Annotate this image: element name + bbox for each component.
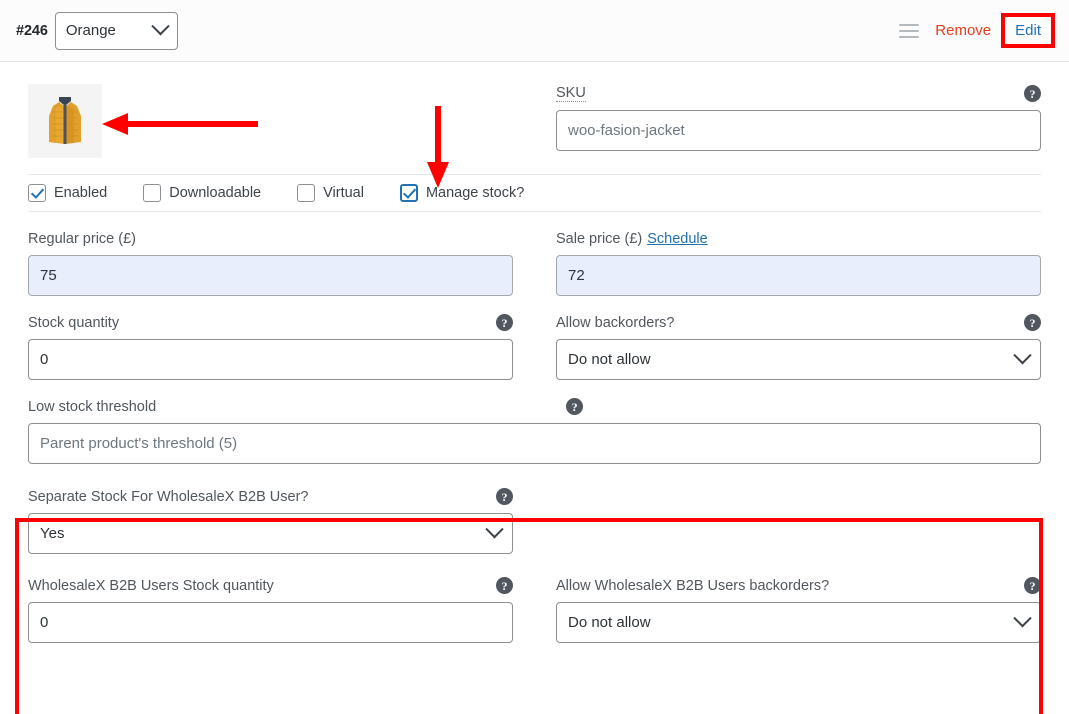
separate-stock-select[interactable]: Yes — [28, 513, 513, 554]
checkbox-manage-stock[interactable]: Manage stock? — [399, 184, 525, 202]
help-icon[interactable]: ? — [1024, 85, 1041, 102]
stock-row: Stock quantity ? Allow backorders? ? Do … — [14, 313, 1055, 380]
sale-price-label-row: Sale price (£) Schedule — [556, 229, 1041, 248]
sku-label-row: SKU ? — [556, 84, 1041, 103]
variation-header: #246 Orange Remove Edit — [0, 0, 1069, 62]
checkbox-virtual-box[interactable] — [297, 184, 316, 202]
edit-highlight-box: Edit — [1001, 13, 1055, 48]
variation-flags-row: Enabled Downloadable Virtual Manage stoc… — [28, 174, 1041, 212]
chevron-down-icon — [151, 17, 170, 36]
b2b-backorders-select[interactable]: Do not allow — [556, 602, 1041, 643]
product-thumbnail[interactable] — [28, 84, 102, 158]
low-stock-threshold-label-row: Low stock threshold ? — [28, 397, 1041, 416]
low-stock-threshold-label: Low stock threshold — [28, 398, 157, 415]
checkbox-manage-stock-label: Manage stock? — [425, 185, 525, 201]
help-icon[interactable]: ? — [496, 314, 513, 331]
thumbnail-sku-row: SKU ? — [14, 62, 1055, 158]
price-row: Regular price (£) Sale price (£) Schedul… — [14, 229, 1055, 296]
jacket-image — [28, 84, 102, 158]
checkbox-enabled-label: Enabled — [54, 185, 108, 201]
attribute-select-orange[interactable]: Orange — [54, 11, 178, 50]
sale-price-group: Sale price (£) Schedule — [556, 229, 1041, 296]
separate-stock-label: Separate Stock For WholesaleX B2B User? — [28, 488, 309, 505]
regular-price-group: Regular price (£) — [28, 229, 513, 296]
low-stock-threshold-input[interactable] — [28, 423, 1041, 464]
b2b-stock-row: WholesaleX B2B Users Stock quantity ? Al… — [14, 576, 1055, 643]
separate-stock-spacer — [556, 487, 1041, 554]
drag-handle-icon[interactable] — [899, 23, 920, 38]
remove-variation-link[interactable]: Remove — [935, 22, 991, 39]
allow-backorders-label-row: Allow backorders? ? — [556, 313, 1041, 332]
b2b-backorders-label-row: Allow WholesaleX B2B Users backorders? ? — [556, 576, 1041, 595]
sale-price-label: Sale price (£) — [556, 230, 643, 247]
checkbox-enabled[interactable]: Enabled — [28, 184, 107, 202]
stock-quantity-group: Stock quantity ? — [28, 313, 513, 380]
checkbox-manage-stock-box[interactable] — [399, 184, 418, 202]
edit-variation-link[interactable]: Edit — [1015, 23, 1041, 38]
separate-stock-label-row: Separate Stock For WholesaleX B2B User? … — [28, 487, 513, 506]
b2b-stock-quantity-input[interactable] — [28, 602, 513, 643]
checkbox-downloadable[interactable]: Downloadable — [143, 184, 261, 202]
b2b-separate-stock-row: Separate Stock For WholesaleX B2B User? … — [14, 487, 1055, 554]
separate-stock-value: Yes — [40, 525, 65, 542]
help-icon[interactable]: ? — [566, 398, 584, 415]
checkbox-enabled-box[interactable] — [28, 184, 46, 202]
regular-price-label-row: Regular price (£) — [28, 229, 513, 248]
sku-input[interactable] — [556, 110, 1041, 151]
allow-backorders-select[interactable]: Do not allow — [556, 339, 1041, 380]
chevron-down-icon — [1013, 609, 1032, 628]
sale-price-input[interactable] — [556, 255, 1041, 296]
allow-backorders-group: Allow backorders? ? Do not allow — [556, 313, 1041, 380]
checkbox-downloadable-box[interactable] — [143, 184, 162, 202]
checkbox-downloadable-label: Downloadable — [169, 185, 262, 201]
checkbox-virtual-label: Virtual — [323, 185, 364, 201]
separate-stock-group: Separate Stock For WholesaleX B2B User? … — [28, 487, 513, 554]
b2b-backorders-label: Allow WholesaleX B2B Users backorders? — [556, 577, 830, 594]
chevron-down-icon — [485, 520, 504, 539]
stock-quantity-label-row: Stock quantity ? — [28, 313, 513, 332]
low-stock-threshold-group: Low stock threshold ? — [14, 397, 1055, 464]
help-icon[interactable]: ? — [496, 577, 513, 594]
checkbox-virtual[interactable]: Virtual — [297, 184, 364, 202]
stock-quantity-input[interactable] — [28, 339, 513, 380]
b2b-backorders-group: Allow WholesaleX B2B Users backorders? ?… — [556, 576, 1041, 643]
chevron-down-icon — [1013, 346, 1032, 365]
header-actions: Remove Edit — [899, 13, 1055, 48]
b2b-backorders-value: Do not allow — [568, 614, 651, 631]
sku-field-group: SKU ? — [556, 84, 1041, 158]
variation-id: #246 — [16, 22, 48, 39]
help-icon[interactable]: ? — [496, 488, 513, 505]
allow-backorders-value: Do not allow — [568, 351, 651, 368]
stock-quantity-label: Stock quantity — [28, 314, 120, 331]
variation-panel: #246 Orange Remove Edit SKU ? woo-fasion… — [0, 0, 1069, 714]
allow-backorders-label: Allow backorders? — [556, 314, 675, 331]
attribute-select-value: Orange — [65, 22, 116, 39]
schedule-sale-link[interactable]: Schedule — [647, 231, 707, 247]
variation-body: SKU ? Enabled Downloadable Virtual — [0, 62, 1069, 643]
b2b-stock-quantity-group: WholesaleX B2B Users Stock quantity ? — [28, 576, 513, 643]
sku-label: SKU — [556, 85, 586, 102]
regular-price-input[interactable] — [28, 255, 513, 296]
help-icon[interactable]: ? — [1024, 577, 1041, 594]
regular-price-label: Regular price (£) — [28, 230, 136, 247]
help-icon[interactable]: ? — [1024, 314, 1041, 331]
b2b-stock-quantity-label: WholesaleX B2B Users Stock quantity — [28, 577, 274, 594]
b2b-stock-quantity-label-row: WholesaleX B2B Users Stock quantity ? — [28, 576, 513, 595]
